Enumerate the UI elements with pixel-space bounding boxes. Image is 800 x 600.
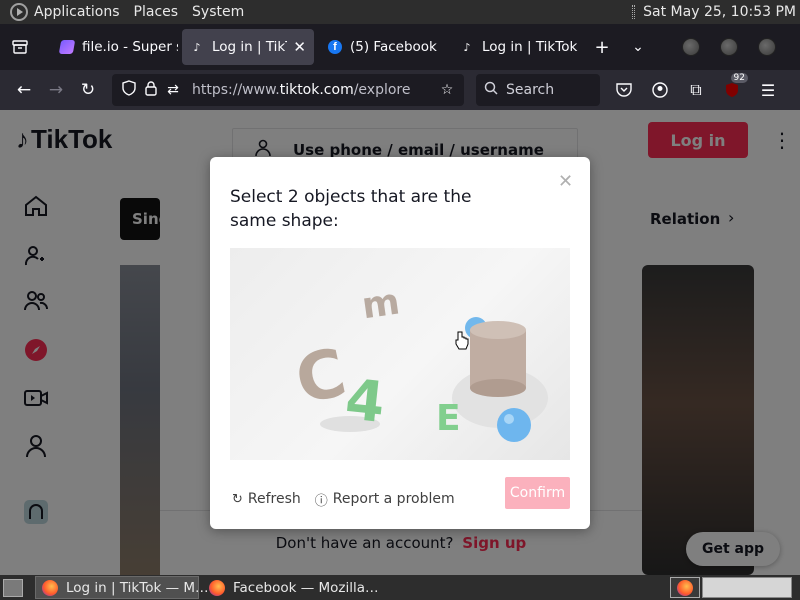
bookmark-star-icon[interactable]: ☆ — [436, 82, 458, 98]
pocket-icon[interactable] — [606, 83, 642, 97]
tab-label: file.io - Super s — [82, 39, 178, 55]
extensions-puzzle-icon[interactable]: ⧉ — [678, 80, 714, 100]
permissions-icon[interactable]: ⇄ — [162, 82, 184, 98]
tiktok-icon: ♪ — [463, 40, 471, 54]
captcha-image[interactable]: m C 4 E — [230, 248, 570, 460]
nav-bar: ← → ↻ ⇄ https://www.tiktok.com/explore ☆… — [0, 70, 800, 110]
url-bar[interactable]: ⇄ https://www.tiktok.com/explore ☆ — [112, 74, 464, 106]
menu-system[interactable]: System — [192, 4, 244, 20]
gnome-foot-icon[interactable] — [10, 3, 28, 21]
url-text[interactable]: https://www.tiktok.com/explore — [192, 82, 436, 98]
menu-applications[interactable]: Applications — [34, 4, 120, 20]
report-problem-button[interactable]: ⓘ Report a problem — [315, 490, 455, 509]
reload-icon[interactable]: ↻ — [72, 74, 104, 106]
captcha-dialog: Select 2 objects that are the same shape… — [210, 157, 590, 529]
close-icon[interactable]: ✕ — [558, 171, 573, 192]
tiktok-icon: ♪ — [193, 40, 201, 54]
search-bar[interactable]: Search — [476, 74, 600, 106]
ublock-icon[interactable]: 92 — [714, 73, 750, 98]
menu-places[interactable]: Places — [134, 4, 179, 20]
hand-cursor-icon — [455, 331, 469, 350]
ublock-badge: 92 — [730, 73, 748, 83]
window-minimize-button[interactable] — [682, 38, 700, 56]
firefox-icon — [209, 579, 225, 596]
search-placeholder: Search — [506, 82, 555, 98]
new-tab-plus-icon[interactable]: + — [584, 29, 620, 65]
list-all-tabs-chevron-icon[interactable]: ⌄ — [620, 29, 656, 65]
object-4: 4 — [342, 367, 388, 436]
tray-firefox-button[interactable] — [670, 577, 700, 598]
top-panel: Applications Places System Sat May 25, 1… — [0, 0, 800, 24]
tracking-shield-icon[interactable] — [118, 80, 140, 100]
confirm-button[interactable]: Confirm — [505, 477, 570, 509]
tab-strip: file.io - Super s ♪ Log in | TikTok ✕ f … — [0, 24, 800, 70]
search-icon — [484, 81, 498, 99]
tab-tiktok-login[interactable]: ♪ Log in | TikTok — [452, 29, 584, 65]
hamburger-menu-icon[interactable]: ☰ — [750, 81, 786, 100]
workspace-switcher[interactable] — [702, 577, 792, 598]
show-desktop-icon[interactable] — [3, 578, 23, 597]
refresh-button[interactable]: ↻ Refresh — [232, 491, 301, 507]
taskbar-task-tiktok[interactable]: Log in | TikTok — M… — [35, 576, 209, 599]
url-path: /explore — [353, 82, 411, 98]
taskbar-task-facebook[interactable]: Facebook — Mozilla… — [203, 576, 379, 599]
facebook-icon: f — [328, 40, 342, 54]
bottom-taskbar: Log in | TikTok — M… Facebook — Mozilla… — [0, 575, 800, 600]
back-arrow-icon[interactable]: ← — [8, 74, 40, 106]
tab-tiktok-login-active[interactable]: ♪ Log in | TikTok ✕ — [182, 29, 314, 65]
lock-icon[interactable] — [140, 80, 162, 100]
forward-arrow-icon[interactable]: → — [40, 74, 72, 106]
firefox-icon — [677, 579, 693, 596]
task-label: Facebook — Mozilla… — [233, 579, 379, 596]
refresh-icon: ↻ — [232, 491, 243, 507]
window-maximize-button[interactable] — [720, 38, 738, 56]
url-prefix: https://www. — [192, 82, 280, 98]
clock[interactable]: Sat May 25, 10:53 PM — [643, 4, 796, 20]
fileio-icon — [58, 40, 76, 54]
object-m: m — [359, 281, 402, 327]
tab-label: Log in | TikTok — [482, 39, 578, 55]
captcha-instruction: Select 2 objects that are the same shape… — [230, 187, 472, 231]
object-cylinder — [470, 321, 526, 397]
url-host: tiktok.com — [279, 82, 354, 98]
firefox-view-icon[interactable] — [2, 29, 38, 65]
object-c: C — [289, 334, 352, 419]
tab-close-icon[interactable]: ✕ — [293, 38, 306, 56]
panel-separator — [632, 5, 636, 19]
refresh-label: Refresh — [247, 491, 301, 507]
tab-facebook[interactable]: f (5) Facebook — [320, 29, 446, 65]
tab-label: Log in | TikTok — [212, 39, 287, 55]
info-icon: ⓘ — [314, 493, 328, 509]
account-icon[interactable] — [642, 82, 678, 98]
window-close-button[interactable] — [758, 38, 776, 56]
task-label: Log in | TikTok — M… — [66, 579, 209, 596]
report-label: Report a problem — [332, 491, 455, 507]
firefox-icon — [42, 579, 58, 596]
tab-fileio[interactable]: file.io - Super s — [52, 29, 178, 65]
object-sphere — [497, 408, 531, 442]
object-e: E — [436, 398, 461, 439]
tab-label: (5) Facebook — [350, 39, 437, 55]
